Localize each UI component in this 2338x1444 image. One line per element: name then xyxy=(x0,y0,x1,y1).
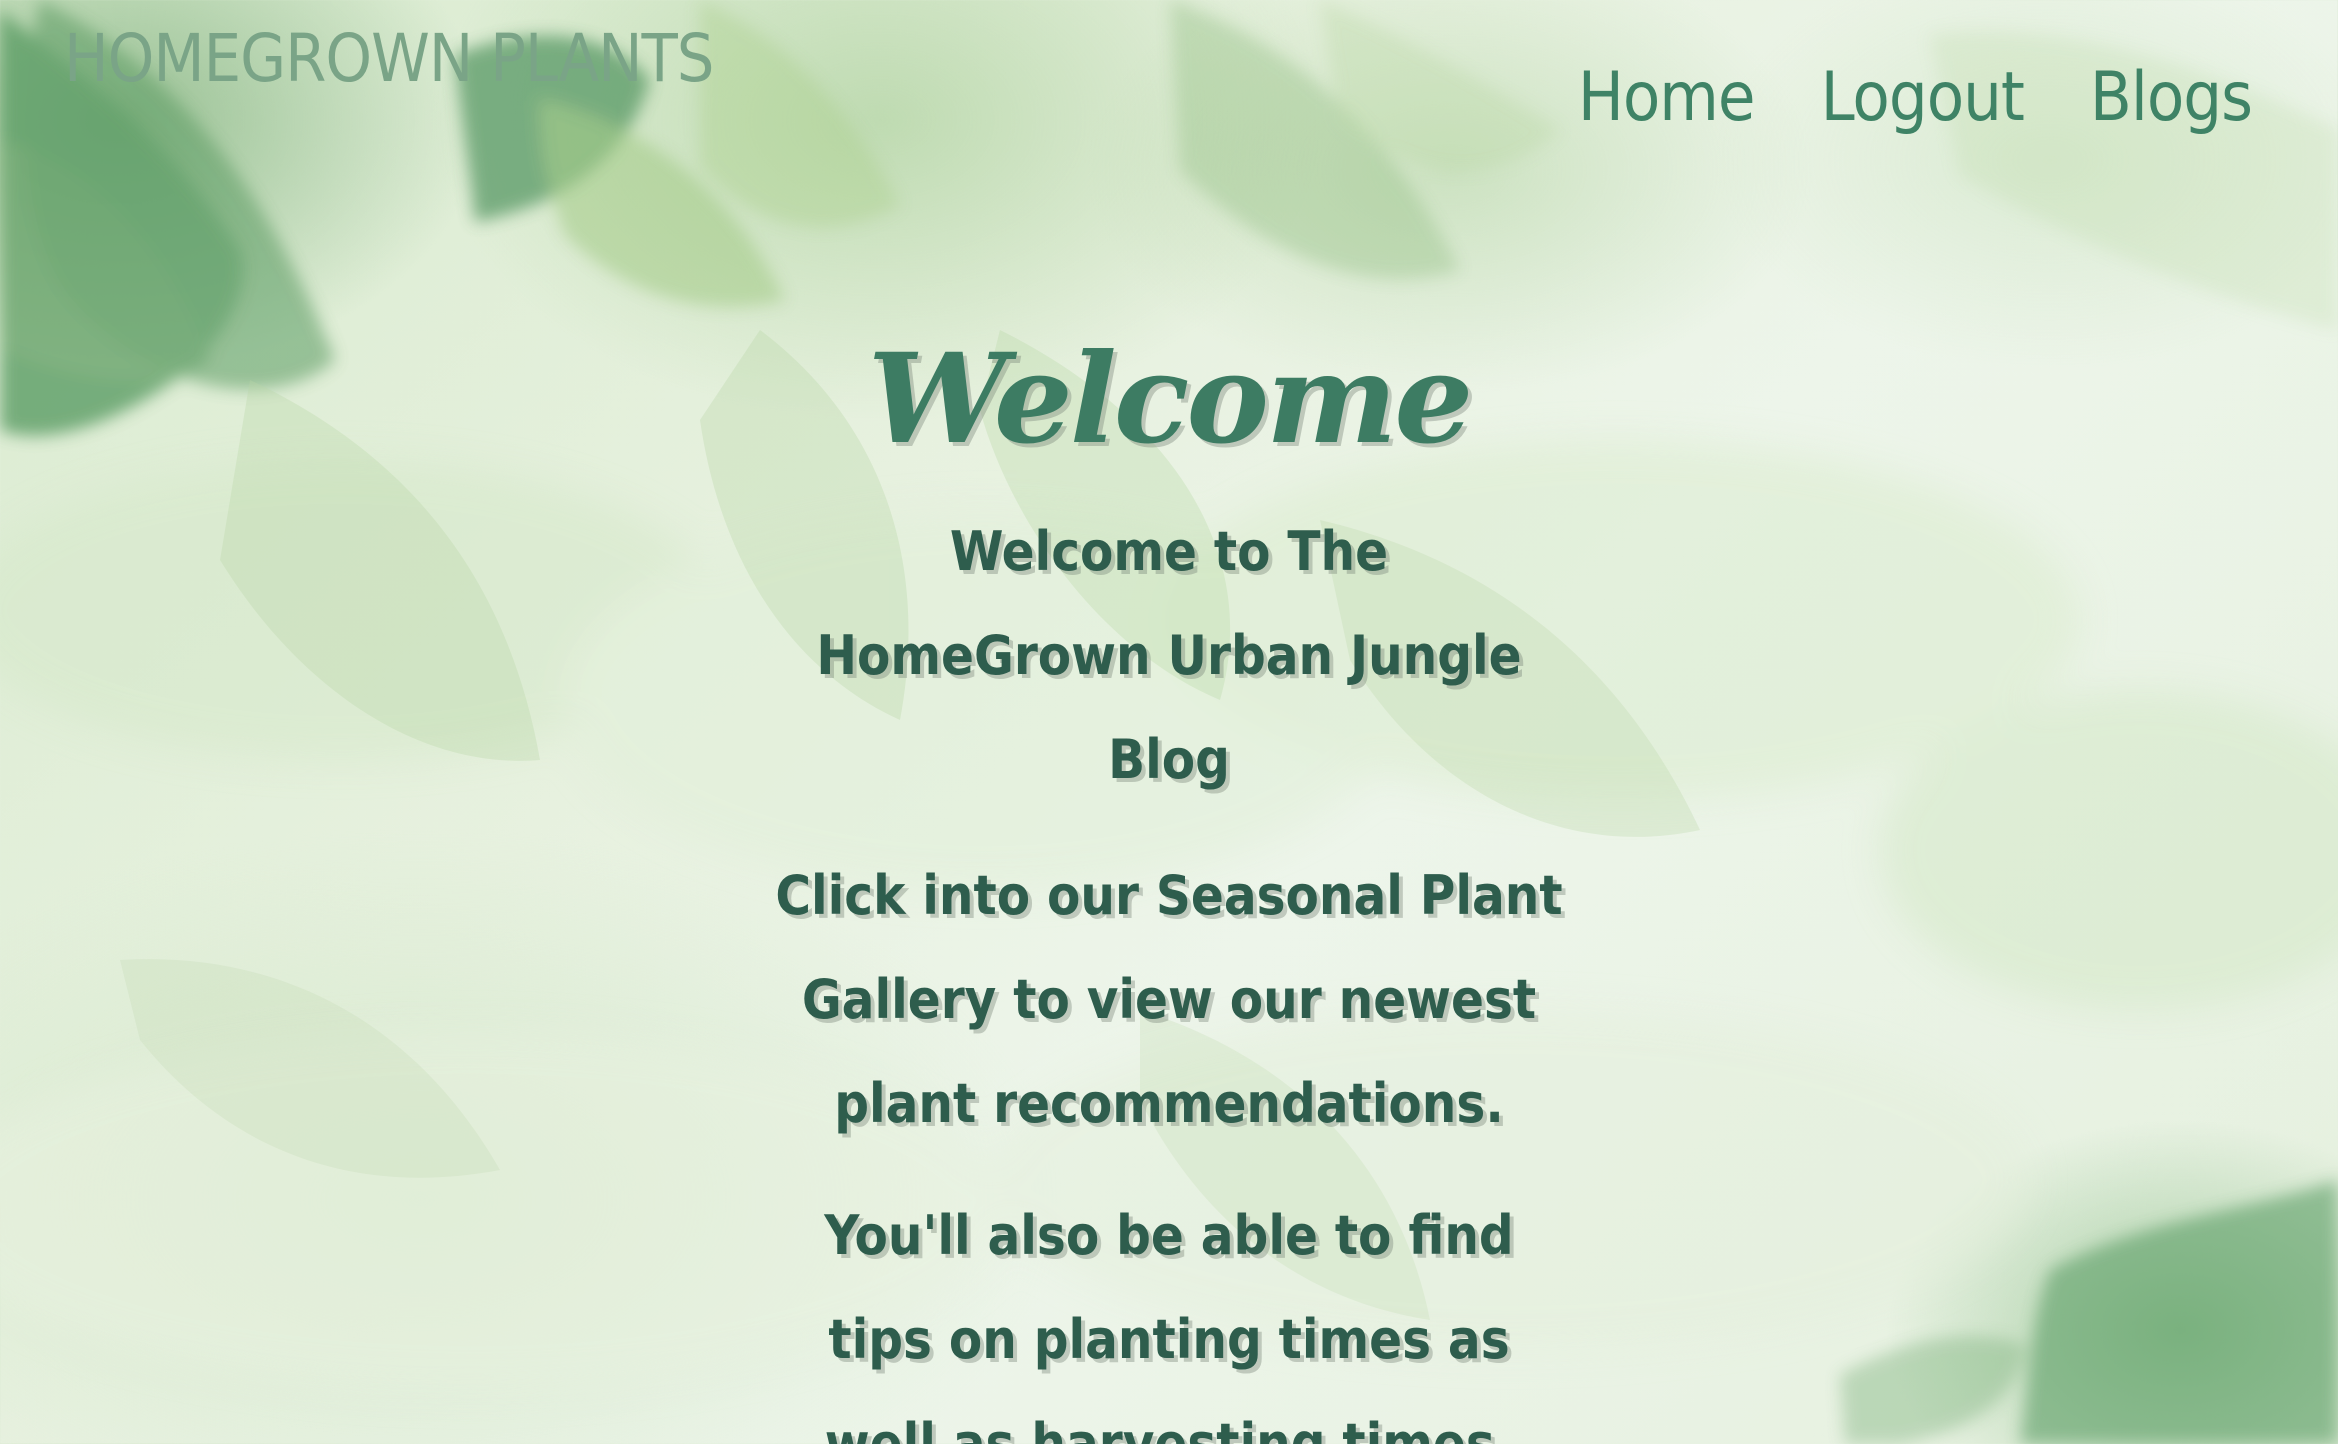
tips-paragraph: You'll also be able to find tips on plan… xyxy=(824,1204,1514,1444)
page-content: HOMEGROWN PLANTS Home Logout Blogs Welco… xyxy=(0,0,2338,1444)
main-navigation: Home Logout Blogs xyxy=(1578,64,2253,132)
gallery-paragraph: Click into our Seasonal Plant Gallery to… xyxy=(775,864,1563,1135)
welcome-section: Welcome Welcome to The HomeGrown Urban J… xyxy=(0,338,2338,1444)
welcome-title: Welcome xyxy=(867,327,1473,472)
nav-home-link[interactable]: Home xyxy=(1578,64,1756,132)
nav-blogs-link[interactable]: Blogs xyxy=(2090,64,2253,132)
intro-paragraph: Welcome to The HomeGrown Urban Jungle Bl… xyxy=(816,520,1522,791)
nav-logout-link[interactable]: Logout xyxy=(1821,64,2025,132)
site-brand[interactable]: HOMEGROWN PLANTS xyxy=(64,26,714,92)
